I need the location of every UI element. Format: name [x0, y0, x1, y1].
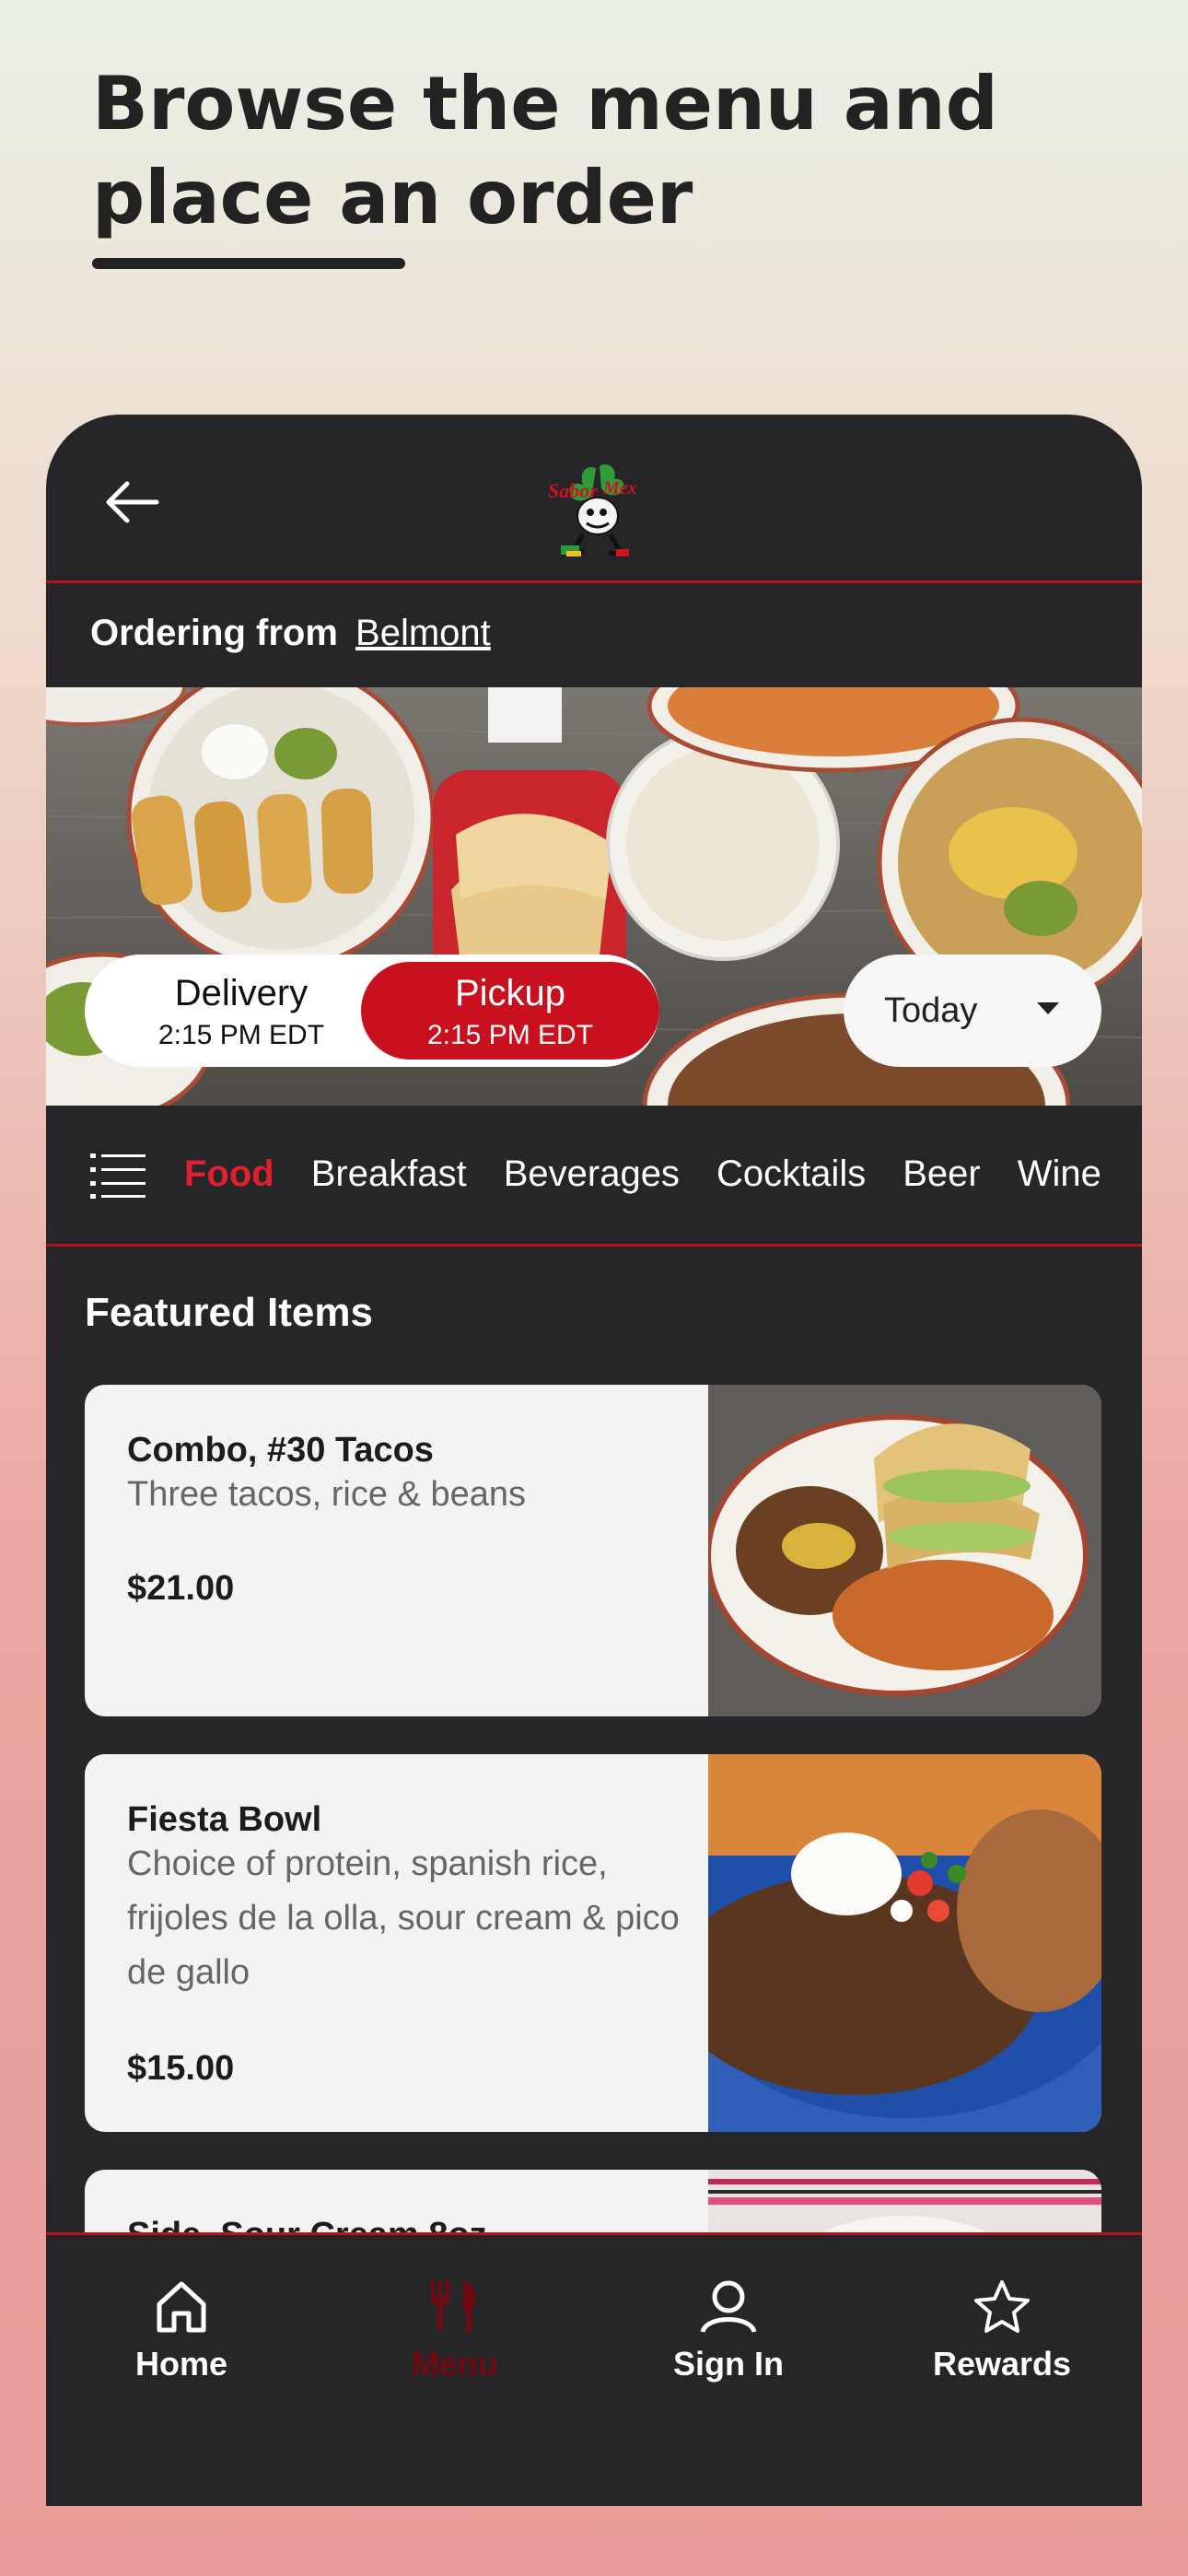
tab-beverages[interactable]: Beverages — [504, 1153, 680, 1194]
tab-cocktails[interactable]: Cocktails — [716, 1153, 866, 1194]
svg-text:Sabor: Sabor — [548, 479, 598, 502]
nav-menu-label: Menu — [412, 2345, 498, 2383]
tab-wine[interactable]: Wine — [1018, 1153, 1101, 1194]
featured-title: Featured Items — [85, 1290, 373, 1335]
user-icon — [700, 2280, 757, 2334]
nav-home[interactable]: Home — [71, 2278, 292, 2383]
item-price: $15.00 — [127, 2049, 235, 2088]
tacos-plate-image — [708, 1385, 1101, 1716]
bottom-nav: Home Menu Sign In Rewards — [46, 2232, 1142, 2506]
nav-rewards-label: Rewards — [932, 2345, 1072, 2383]
headline-underline — [92, 258, 405, 269]
pickup-time: 2:15 PM EDT — [426, 1020, 594, 1050]
menu-item-card[interactable]: Fiesta Bowl Choice of protein, spanish r… — [85, 1754, 1101, 2132]
top-bar: Sabor Mex — [46, 415, 1142, 582]
svg-text:Mex: Mex — [602, 478, 637, 498]
back-button[interactable] — [101, 479, 166, 525]
nav-divider — [46, 2232, 1142, 2235]
home-icon — [157, 2281, 206, 2333]
location-link[interactable]: Belmont — [355, 613, 491, 653]
nav-home-label: Home — [134, 2345, 228, 2383]
tab-breakfast[interactable]: Breakfast — [311, 1153, 467, 1194]
star-icon — [974, 2280, 1030, 2333]
mascot-logo-icon: Sabor Mex — [548, 463, 637, 558]
fiesta-bowl-image — [708, 1754, 1101, 2132]
item-price: $21.00 — [127, 1569, 235, 1608]
headline-line-2: place an order — [92, 155, 693, 240]
fulfillment-toggle: Delivery 2:15 PM EDT Pickup 2:15 PM EDT — [85, 954, 659, 1067]
item-name: Fiesta Bowl — [127, 1800, 322, 1839]
app-screen: Sabor Mex Ordering from Belmont Delivery… — [46, 415, 1142, 2506]
category-list-button[interactable] — [90, 1152, 146, 1200]
tab-beer[interactable]: Beer — [903, 1153, 981, 1194]
list-icon — [90, 1153, 146, 1199]
caret-down-icon — [1037, 1002, 1059, 1014]
day-select-value: Today — [884, 991, 978, 1030]
item-description: Choice of protein, spanish rice, frijole… — [127, 1844, 680, 1992]
restaurant-logo[interactable]: Sabor Mex — [539, 461, 649, 562]
item-description: Three tacos, rice & beans — [127, 1475, 526, 1514]
menu-item-card[interactable]: Combo, #30 Tacos Three tacos, rice & bea… — [85, 1385, 1101, 1716]
ordering-label: Ordering from — [90, 613, 338, 653]
category-tabs: Food Breakfast Beverages Cocktails Beer Wine — [184, 1153, 1138, 1195]
delivery-label: Delivery — [174, 973, 309, 1013]
day-select[interactable]: Today — [844, 954, 1101, 1067]
ordering-from: Ordering from Belmont — [90, 613, 491, 654]
nav-menu[interactable]: Menu — [344, 2278, 565, 2383]
pickup-label: Pickup — [454, 973, 566, 1013]
fork-knife-icon — [431, 2280, 476, 2332]
header-divider — [46, 580, 1142, 583]
tab-food[interactable]: Food — [184, 1153, 274, 1194]
delivery-option[interactable]: Delivery 2:15 PM EDT — [92, 962, 390, 1060]
headline-line-1: Browse the menu and — [92, 61, 998, 146]
delivery-time: 2:15 PM EDT — [157, 1020, 325, 1050]
category-divider — [46, 1244, 1142, 1247]
category-bar: Food Breakfast Beverages Cocktails Beer Wine — [46, 1106, 1142, 1244]
nav-sign-in-label: Sign In — [673, 2345, 784, 2383]
hero-banner: Delivery 2:15 PM EDT Pickup 2:15 PM EDT … — [46, 687, 1142, 1106]
headline: Browse the menu and place an order — [92, 57, 998, 245]
item-name: Combo, #30 Tacos — [127, 1431, 434, 1469]
arrow-left-icon — [106, 481, 159, 523]
nav-sign-in[interactable]: Sign In — [618, 2278, 839, 2383]
pickup-option[interactable]: Pickup 2:15 PM EDT — [361, 962, 659, 1060]
nav-rewards[interactable]: Rewards — [891, 2278, 1112, 2383]
